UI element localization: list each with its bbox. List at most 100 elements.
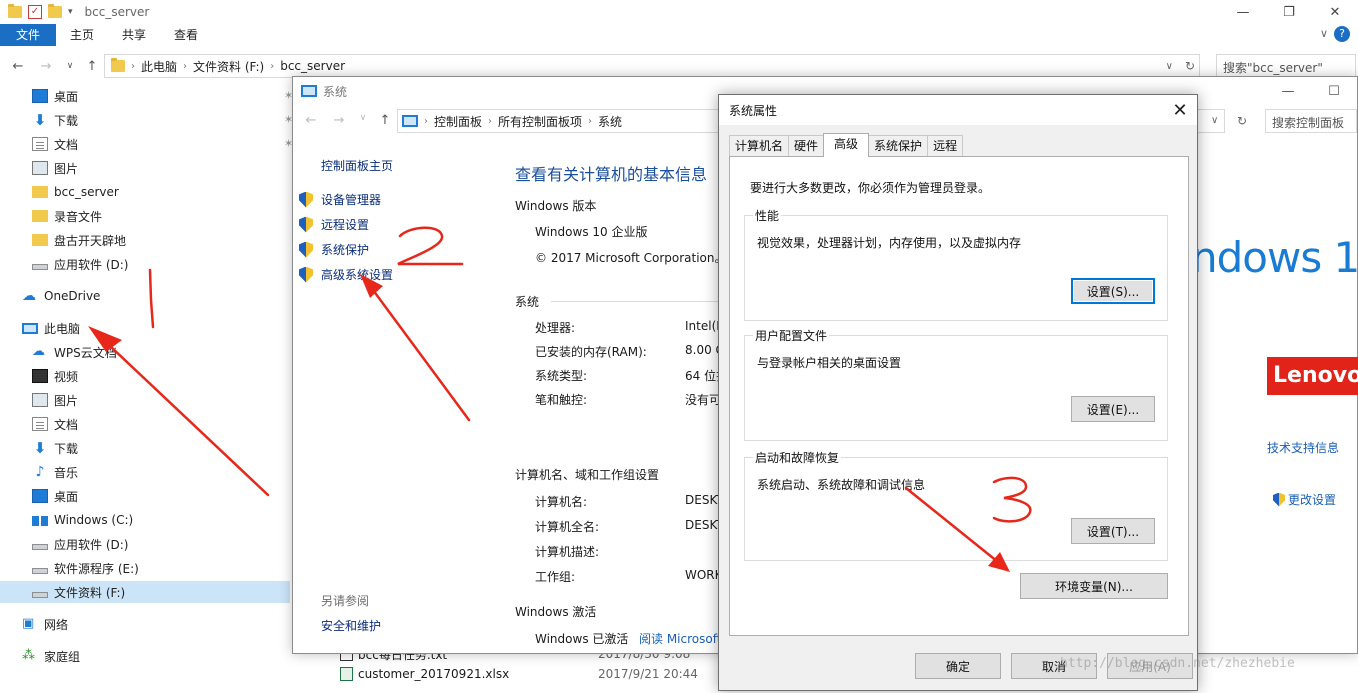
explorer-search-input[interactable]: 搜索"bcc_server" <box>1216 54 1356 78</box>
address-dropdown-icon[interactable]: ∨ <box>1211 115 1218 126</box>
support-info-link[interactable]: 技术支持信息 <box>1267 439 1339 456</box>
change-settings-link[interactable]: 更改设置 <box>1273 491 1336 508</box>
ribbon-tabs: 文件 主页 共享 查看 <box>0 24 1358 46</box>
recent-chevron-icon[interactable]: ∨ <box>60 61 80 71</box>
sidebar-item-pictures[interactable]: 图片 <box>32 157 78 179</box>
sidebar-item-documents[interactable]: 文档 <box>32 133 78 155</box>
close-icon[interactable]: ✕ <box>1312 0 1358 24</box>
breadcrumb-this-pc[interactable]: 此电脑 <box>135 58 183 75</box>
breadcrumb-control-panel[interactable]: 控制面板 <box>428 113 488 130</box>
performance-title: 性能 <box>753 207 782 224</box>
security-maintenance-link[interactable]: 安全和维护 <box>321 617 381 634</box>
maximize-icon[interactable]: ☐ <box>1311 77 1357 105</box>
ram-label: 已安装的内存(RAM): <box>535 345 647 359</box>
refresh-icon[interactable]: ↻ <box>1237 114 1247 128</box>
up-arrow-icon[interactable]: ↑ <box>82 59 102 74</box>
device-manager-link[interactable]: 设备管理器 <box>299 191 381 208</box>
advanced-system-settings-link[interactable]: 高级系统设置 <box>299 266 393 283</box>
refresh-icon[interactable]: ↻ <box>1185 59 1195 73</box>
sidebar-item-bcc-server[interactable]: bcc_server <box>32 181 119 203</box>
pen-touch-value: 没有可 <box>685 393 719 407</box>
forward-arrow-icon[interactable]: → <box>36 59 56 74</box>
navigation-pane: 桌面 ✶ ⬇ 下载 ✶ 文档 ✶ 图片 bcc_server 录音文件 盘古开天辟… <box>0 84 293 693</box>
folder-icon[interactable] <box>8 4 22 18</box>
breadcrumb-bcc-server[interactable]: bcc_server <box>274 59 351 73</box>
sidebar-item-homegroup[interactable]: ⁂ 家庭组 <box>22 645 80 667</box>
sidebar-item-desktop[interactable]: 桌面 <box>32 85 78 107</box>
sidebar-item-wps-cloud[interactable]: ☁ WPS云文档 <box>32 341 117 363</box>
processor-label: 处理器: <box>535 321 576 335</box>
sidebar-item-downloads-pc[interactable]: ⬇ 下载 <box>32 437 78 459</box>
user-profile-settings-button[interactable]: 设置(E)... <box>1071 396 1155 422</box>
new-folder-icon[interactable] <box>48 4 62 18</box>
remote-settings-link[interactable]: 远程设置 <box>299 216 369 233</box>
tab-view[interactable]: 查看 <box>160 24 212 46</box>
tab-home[interactable]: 主页 <box>56 24 108 46</box>
sidebar-item-pictures-pc[interactable]: 图片 <box>32 389 78 411</box>
sidebar-item-documents-pc[interactable]: 文档 <box>32 413 78 435</box>
performance-group: 性能 视觉效果，处理器计划，内存使用，以及虚拟内存 设置(S)... <box>744 207 1168 321</box>
startup-recovery-title: 启动和故障恢复 <box>753 449 842 466</box>
sidebar-item-onedrive[interactable]: ☁ OneDrive <box>22 285 100 307</box>
sidebar-item-this-pc[interactable]: 此电脑 <box>22 317 80 339</box>
sidebar-item-drive-c[interactable]: Windows (C:) <box>32 509 133 531</box>
ok-button[interactable]: 确定 <box>915 653 1001 679</box>
tab-system-protection[interactable]: 系统保护 <box>868 135 929 157</box>
chevron-down-icon[interactable]: ∨ <box>1320 27 1328 40</box>
sidebar-item-music[interactable]: ♪ 音乐 <box>32 461 78 483</box>
sidebar-item-drive-f[interactable]: 文件资料 (F:) <box>0 581 290 603</box>
up-arrow-icon[interactable]: ↑ <box>375 113 395 128</box>
computer-icon <box>22 322 38 334</box>
sidebar-item-drive-e[interactable]: 软件源程序 (E:) <box>32 557 139 579</box>
maximize-icon[interactable]: ❐ <box>1266 0 1312 24</box>
tab-file[interactable]: 文件 <box>0 24 56 46</box>
tab-share[interactable]: 共享 <box>108 24 160 46</box>
control-panel-home-link[interactable]: 控制面板主页 <box>321 157 393 174</box>
back-arrow-icon[interactable]: ← <box>301 113 321 128</box>
system-protection-link[interactable]: 系统保护 <box>299 241 369 258</box>
performance-settings-button[interactable]: 设置(S)... <box>1071 278 1155 304</box>
tab-computer-name[interactable]: 计算机名 <box>729 135 790 157</box>
startup-recovery-settings-button[interactable]: 设置(T)... <box>1071 518 1155 544</box>
sidebar-item-recordings[interactable]: 录音文件 <box>32 205 102 227</box>
breadcrumb-drive-f[interactable]: 文件资料 (F:) <box>187 58 270 75</box>
user-profile-desc: 与登录帐户相关的桌面设置 <box>757 356 902 370</box>
system-window-title: 系统 <box>323 84 348 99</box>
address-bar[interactable]: › 此电脑 › 文件资料 (F:) › bcc_server ∨ ↻ <box>104 54 1200 78</box>
environment-variables-button[interactable]: 环境变量(N)... <box>1020 573 1168 599</box>
minimize-icon[interactable]: — <box>1220 0 1266 24</box>
control-panel-search-input[interactable]: 搜索控制面板 <box>1265 109 1357 133</box>
read-license-link[interactable]: 阅读 Microsoft <box>639 630 721 647</box>
tab-advanced[interactable]: 高级 <box>823 133 870 157</box>
advanced-tab-panel: 要进行大多数更改，你必须作为管理员登录。 性能 视觉效果，处理器计划，内存使用，… <box>729 156 1189 636</box>
system-task-pane: 控制面板主页 设备管理器 远程设置 系统保护 高级系统设置 另请参阅 安全和维护 <box>293 135 503 655</box>
sidebar-item-pangu[interactable]: 盘古开天辟地 <box>32 229 126 251</box>
forward-arrow-icon[interactable]: → <box>329 113 349 128</box>
sidebar-item-drive-d[interactable]: 应用软件 (D:) <box>32 533 128 555</box>
close-icon[interactable]: ✕ <box>1163 95 1197 125</box>
sidebar-item-drive-d-quick[interactable]: 应用软件 (D:) <box>32 253 128 275</box>
minimize-icon[interactable]: — <box>1265 77 1311 105</box>
address-dropdown-icon[interactable]: ∨ <box>1166 61 1173 72</box>
customize-toolbar-icon[interactable]: ▾ <box>68 7 73 17</box>
sidebar-item-desktop-pc[interactable]: 桌面 <box>32 485 78 507</box>
tab-hardware[interactable]: 硬件 <box>788 135 825 157</box>
sidebar-item-videos[interactable]: 视频 <box>32 365 78 387</box>
control-panel-icon <box>402 115 418 127</box>
performance-desc: 视觉效果，处理器计划，内存使用，以及虚拟内存 <box>757 236 1022 250</box>
computer-name-label: 计算机名: <box>535 495 588 509</box>
back-arrow-icon[interactable]: ← <box>8 59 28 74</box>
startup-recovery-desc: 系统启动、系统故障和调试信息 <box>757 478 926 492</box>
recent-chevron-icon[interactable]: ∨ <box>353 113 373 123</box>
breadcrumb-all-items[interactable]: 所有控制面板项 <box>492 113 588 130</box>
sidebar-item-downloads[interactable]: ⬇ 下载 <box>32 109 78 131</box>
help-icon[interactable]: ? <box>1334 26 1350 42</box>
ram-value: 8.00 G <box>685 343 719 357</box>
tab-remote[interactable]: 远程 <box>927 135 964 157</box>
breadcrumb-system[interactable]: 系统 <box>592 113 628 130</box>
properties-check-icon[interactable]: ✓ <box>28 5 42 19</box>
dialog-tabs: 计算机名 硬件 高级 系统保护 远程 <box>729 133 964 157</box>
sidebar-item-network[interactable]: ▣ 网络 <box>22 613 68 635</box>
shield-icon <box>299 266 313 283</box>
admin-note: 要进行大多数更改，你必须作为管理员登录。 <box>750 181 991 195</box>
